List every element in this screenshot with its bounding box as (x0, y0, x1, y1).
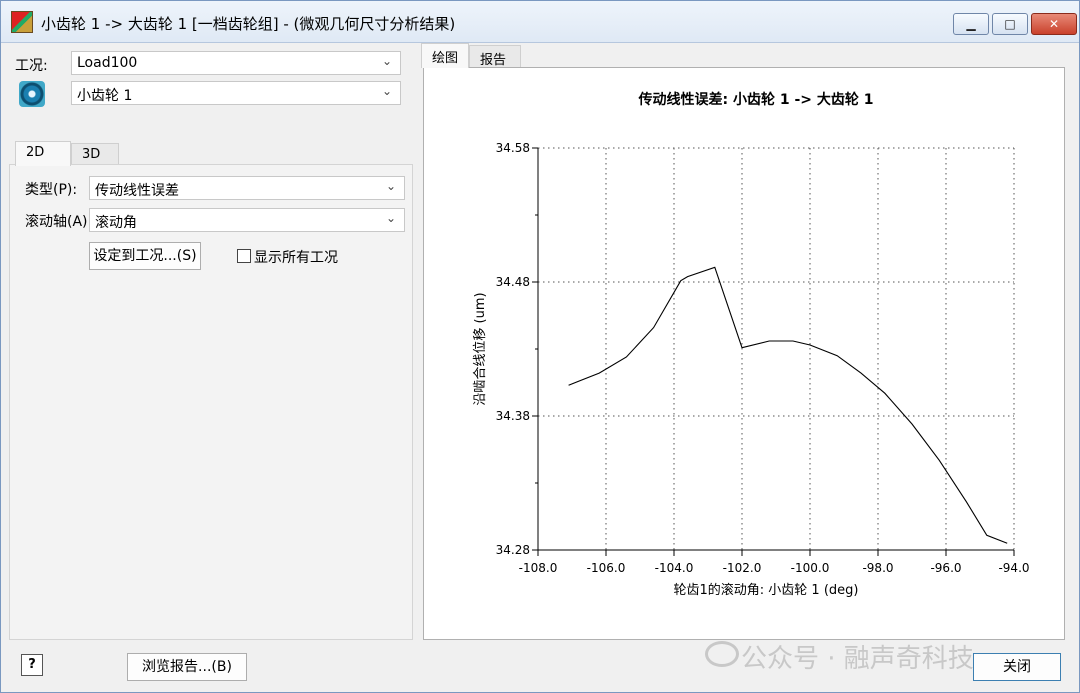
x-tick-label: -106.0 (587, 561, 626, 575)
chevron-down-icon: ⌄ (385, 211, 396, 225)
watermark-logo (705, 641, 739, 667)
minimize-button[interactable]: ▁ (953, 13, 989, 35)
show-all-loads-label: 显示所有工况 (254, 250, 338, 266)
gear-icon (19, 81, 45, 107)
axis-label: 滚动轴(A) (25, 214, 88, 230)
type-select[interactable]: 传动线性误差 ⌄ (89, 176, 405, 200)
y-tick-label: 34.38 (496, 409, 530, 423)
chevron-down-icon: ⌄ (381, 84, 392, 98)
type-select-value: 传动线性误差 (95, 183, 179, 199)
chevron-down-icon: ⌄ (385, 179, 396, 193)
axis-select[interactable]: 滚动角 ⌄ (89, 208, 405, 232)
x-tick-label: -96.0 (930, 561, 961, 575)
tab-report[interactable]: 报告 (469, 45, 521, 68)
y-axis-label: 沿啮合线位移 (um) (473, 292, 488, 405)
window-title: 小齿轮 1 -> 大齿轮 1 [一档齿轮组] - (微观几何尺寸分析结果) (41, 15, 456, 33)
axis-select-value: 滚动角 (95, 215, 137, 231)
chart-svg: 传动线性误差: 小齿轮 1 -> 大齿轮 1 -108.0 -106.0 -104.0… (473, 91, 1030, 598)
app-icon (11, 11, 33, 33)
load-select-value: Load100 (77, 55, 138, 71)
x-tick-label: -94.0 (998, 561, 1029, 575)
help-icon[interactable]: ? (21, 654, 43, 676)
y-tick-label: 34.58 (496, 141, 530, 155)
x-tick-label: -102.0 (723, 561, 762, 575)
watermark-text: 公众号 · 融声奇科技 (741, 644, 974, 674)
chevron-down-icon: ⌄ (381, 54, 392, 68)
settings-panel (9, 164, 413, 640)
gear-select[interactable]: 小齿轮 1 ⌄ (71, 81, 401, 105)
gear-select-value: 小齿轮 1 (77, 88, 133, 104)
load-select[interactable]: Load100 ⌄ (71, 51, 401, 75)
close-button[interactable]: 关闭 (973, 653, 1061, 681)
y-tick-label: 34.28 (496, 543, 530, 557)
set-to-load-button[interactable]: 设定到工况...(S) (89, 242, 201, 270)
x-tick-label: -98.0 (862, 561, 893, 575)
tab-plot[interactable]: 绘图 (421, 43, 469, 68)
tab-3d[interactable]: 3D (71, 143, 119, 165)
load-label: 工况: (15, 58, 48, 74)
x-tick-label: -108.0 (519, 561, 558, 575)
x-tick-label: -104.0 (655, 561, 694, 575)
title-bar[interactable]: 小齿轮 1 -> 大齿轮 1 [一档齿轮组] - (微观几何尺寸分析结果) ▁ … (1, 1, 1079, 43)
maximize-button[interactable]: □ (992, 13, 1028, 35)
tab-2d[interactable]: 2D (15, 141, 71, 166)
type-label: 类型(P): (25, 182, 78, 198)
x-tick-label: -100.0 (791, 561, 830, 575)
browse-report-button[interactable]: 浏览报告...(B) (127, 653, 247, 681)
show-all-loads-checkbox[interactable] (237, 249, 251, 263)
chart-title: 传动线性误差: 小齿轮 1 -> 大齿轮 1 (638, 91, 874, 108)
analysis-window: 小齿轮 1 -> 大齿轮 1 [一档齿轮组] - (微观几何尺寸分析结果) ▁ … (0, 0, 1080, 693)
plot-panel: 传动线性误差: 小齿轮 1 -> 大齿轮 1 -108.0 -106.0 -104.0… (423, 67, 1065, 640)
y-tick-label: 34.48 (496, 275, 530, 289)
close-window-button[interactable]: ✕ (1031, 13, 1077, 35)
x-axis-label: 轮齿1的滚动角: 小齿轮 1 (deg) (674, 582, 859, 598)
series-line (568, 266, 1008, 544)
